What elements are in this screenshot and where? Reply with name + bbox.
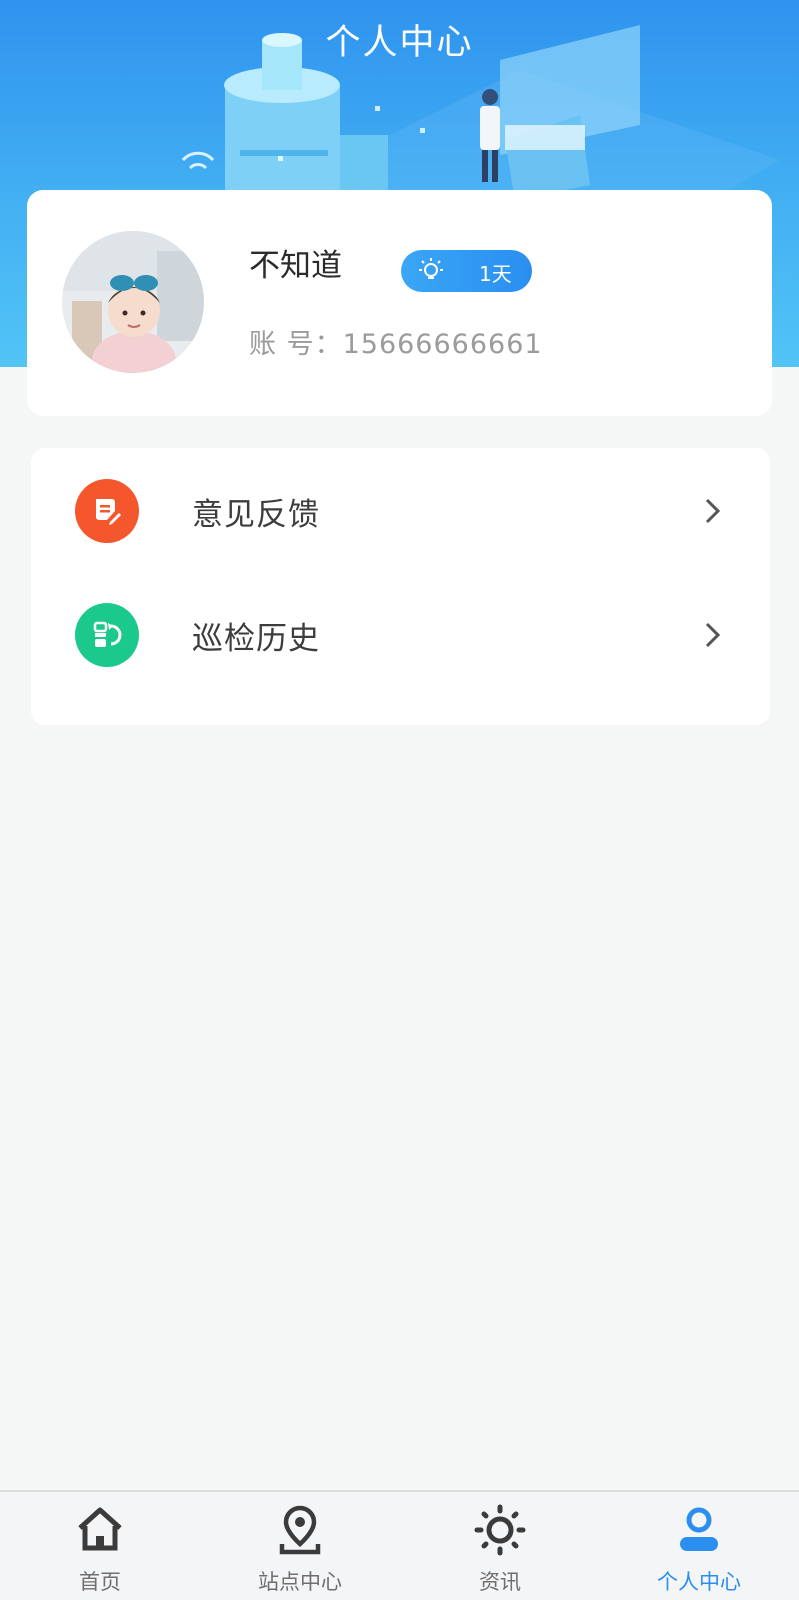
- history-icon-circle: [75, 603, 139, 667]
- menu-card: 意见反馈 巡检历史: [31, 448, 770, 725]
- tab-label-profile: 个人中心: [657, 1570, 741, 1594]
- tab-news[interactable]: 资讯: [400, 1492, 600, 1600]
- inspection-history-icon: [93, 621, 122, 647]
- tab-profile[interactable]: 个人中心: [599, 1492, 799, 1600]
- feedback-document-icon: [96, 499, 121, 525]
- tab-label-news: 资讯: [479, 1570, 521, 1594]
- avatar-photo: [62, 231, 204, 373]
- days-badge: 1天: [401, 250, 532, 292]
- account-line: 账 号：15666666661: [249, 322, 543, 361]
- sun-news-icon: [474, 1504, 526, 1556]
- avatar[interactable]: [62, 231, 204, 373]
- home-icon: [78, 1507, 122, 1551]
- chevron-right-icon: [705, 498, 721, 524]
- days-count: 1天: [479, 262, 512, 286]
- page-title: 个人中心: [325, 23, 474, 63]
- menu-item-inspection-history[interactable]: 巡检历史: [31, 572, 770, 696]
- bottom-tab-bar: 首页 站点中心 资讯 个人中心: [0, 1490, 799, 1600]
- menu-label-inspection-history: 巡检历史: [192, 621, 320, 657]
- profile-card[interactable]: 不知道 1天 账 号：15666666661: [27, 190, 772, 416]
- tab-station-center[interactable]: 站点中心: [200, 1492, 400, 1600]
- menu-item-feedback[interactable]: 意见反馈: [31, 448, 770, 572]
- tab-home[interactable]: 首页: [0, 1492, 200, 1600]
- account-number: 15666666661: [342, 329, 543, 360]
- location-pin-icon: [279, 1505, 321, 1555]
- user-name: 不知道: [249, 248, 342, 284]
- tab-label-home: 首页: [79, 1570, 121, 1594]
- menu-label-feedback: 意见反馈: [192, 497, 320, 533]
- tab-label-station-center: 站点中心: [258, 1570, 342, 1594]
- feedback-icon-circle: [75, 479, 139, 543]
- chevron-right-icon: [705, 622, 721, 648]
- bulb-icon: [419, 258, 443, 279]
- user-icon: [680, 1507, 718, 1551]
- account-label: 账 号：: [249, 329, 343, 360]
